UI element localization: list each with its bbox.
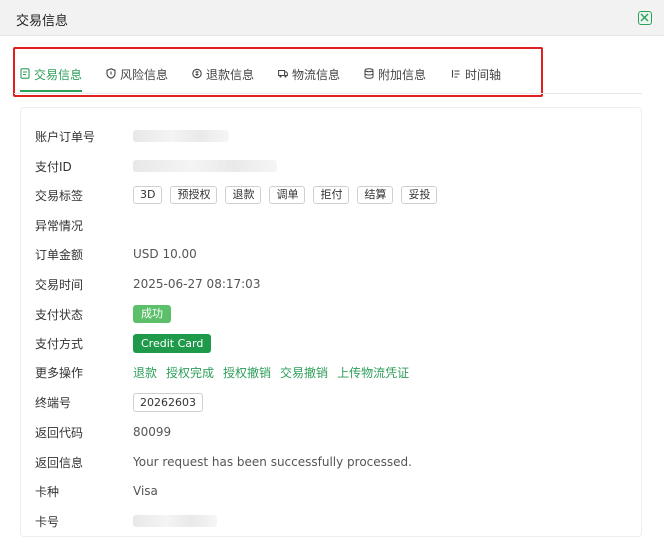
tab-timeline[interactable]: 时间轴 (451, 66, 501, 92)
redacted-value (133, 130, 229, 142)
tab-label: 交易信息 (34, 68, 83, 82)
tag-retrieval: 调单 (269, 186, 306, 204)
tab-bar: 交易信息 风险信息 退款信息 物流信息 附加信息 时间轴 (14, 56, 642, 94)
field-label: 交易标签 (35, 188, 84, 203)
tab-label: 物流信息 (292, 68, 341, 82)
truck-icon (278, 70, 288, 78)
tag-preauth: 预授权 (170, 186, 218, 204)
return-message-value: Your request has been successfully proce… (133, 455, 412, 469)
field-label: 异常情况 (35, 218, 84, 233)
field-label: 支付方式 (35, 336, 84, 351)
return-code-value: 80099 (133, 425, 172, 439)
auth-complete-link[interactable]: 授权完成 (166, 364, 214, 381)
upload-logistics-proof-link[interactable]: 上传物流凭证 (337, 364, 409, 381)
receipt-icon (20, 68, 30, 79)
redacted-value (133, 515, 217, 527)
transaction-void-link[interactable]: 交易撤销 (280, 364, 328, 381)
close-button[interactable] (638, 11, 652, 25)
payment-method-badge: Credit Card (133, 333, 212, 353)
field-label: 终端号 (35, 395, 72, 410)
auth-void-link[interactable]: 授权撤销 (223, 364, 271, 381)
field-label: 账户订单号 (35, 129, 96, 144)
card-type-value: Visa (133, 484, 158, 498)
tag-settled: 结算 (357, 186, 394, 204)
dialog-titlebar: 交易信息 (0, 0, 664, 36)
field-label: 卡种 (35, 484, 60, 499)
time-value: 2025-06-27 08:17:03 (133, 277, 261, 291)
refund-link[interactable]: 退款 (133, 364, 157, 381)
field-label: 返回代码 (35, 425, 84, 440)
field-label: 卡号 (35, 514, 60, 529)
field-label: 返回信息 (35, 455, 84, 470)
close-icon (640, 13, 649, 22)
field-label: 支付ID (35, 159, 72, 174)
shield-icon (106, 68, 116, 79)
field-label: 交易时间 (35, 277, 84, 292)
tab-additional-info[interactable]: 附加信息 (364, 66, 426, 92)
amount-value: USD 10.00 (133, 247, 197, 261)
tag-delivered: 妥投 (401, 186, 438, 204)
tag-3d: 3D (133, 186, 163, 204)
tag-refund: 退款 (225, 186, 262, 204)
field-label: 订单金额 (35, 247, 84, 262)
timeline-icon (451, 70, 460, 78)
tab-label: 风险信息 (120, 68, 169, 82)
tab-risk-info[interactable]: 风险信息 (106, 66, 168, 92)
tab-logistics-info[interactable]: 物流信息 (278, 66, 340, 92)
status-badge: 成功 (133, 305, 171, 323)
redacted-value (133, 160, 277, 172)
tab-label: 退款信息 (206, 68, 255, 82)
tab-label: 时间轴 (465, 68, 502, 82)
field-label: 更多操作 (35, 365, 84, 380)
terminal-value: 20262603 (133, 392, 203, 412)
tab-refund-info[interactable]: 退款信息 (192, 66, 254, 92)
database-icon (364, 68, 374, 79)
refund-icon (192, 68, 202, 79)
tag-chargeback: 拒付 (313, 186, 350, 204)
tab-label: 附加信息 (378, 68, 427, 82)
transaction-details-card: 账户订单号 支付ID 交易标签 3D 预授权 退款 调单 拒付 结算 妥投 异常… (20, 107, 642, 537)
dialog-title: 交易信息 (16, 14, 69, 29)
tab-transaction-info[interactable]: 交易信息 (20, 66, 83, 92)
field-label: 支付状态 (35, 307, 84, 322)
